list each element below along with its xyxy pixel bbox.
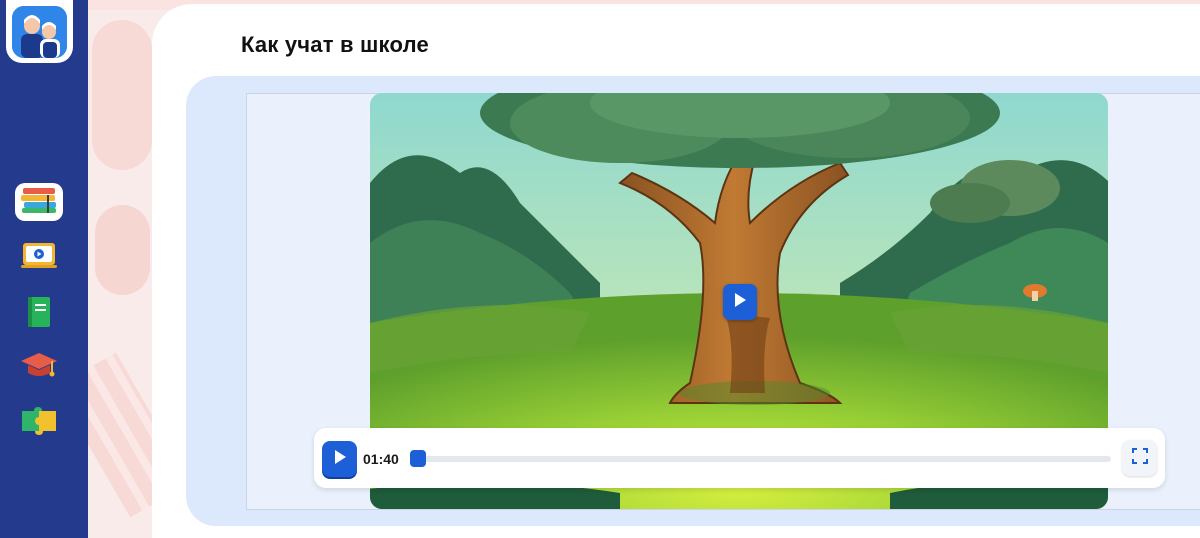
puzzle-icon (19, 405, 59, 442)
fullscreen-icon (1131, 447, 1148, 469)
sidebar-item-courses[interactable] (15, 348, 63, 388)
video-lesson-icon (19, 241, 59, 276)
player-controls: 01:40 (314, 428, 1165, 488)
graduation-cap-icon (19, 349, 59, 388)
app-logo[interactable] (6, 0, 73, 63)
sidebar (0, 0, 88, 538)
current-time: 01:40 (363, 451, 399, 467)
sidebar-item-books[interactable] (15, 183, 63, 221)
fullscreen-button[interactable] (1122, 440, 1157, 476)
progress-track[interactable] (411, 456, 1111, 462)
sidebar-item-notebook[interactable] (15, 294, 63, 334)
sidebar-item-games[interactable] (15, 403, 63, 443)
center-play-button[interactable] (723, 284, 757, 320)
play-icon (733, 292, 747, 313)
play-icon (333, 449, 347, 470)
notebook-icon (24, 295, 54, 334)
books-icon (19, 186, 59, 219)
sidebar-item-video[interactable] (15, 238, 63, 278)
progress-thumb[interactable] (410, 450, 426, 467)
logo-icon (12, 5, 67, 58)
play-button[interactable] (322, 441, 357, 477)
page-title: Как учат в школе (241, 32, 429, 57)
